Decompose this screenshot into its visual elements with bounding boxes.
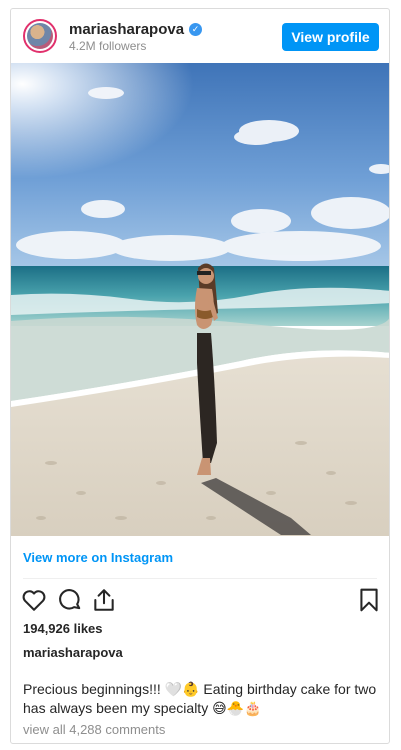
username-row: mariasharapova ✓: [69, 21, 203, 38]
post-caption: Precious beginnings!!! 🤍👶 Eating birthda…: [23, 681, 377, 716]
username[interactable]: mariasharapova: [69, 21, 184, 38]
post-photo[interactable]: [11, 63, 390, 536]
view-more-on-instagram-link[interactable]: View more on Instagram: [23, 550, 173, 565]
share-icon[interactable]: [91, 587, 117, 613]
action-bar: [21, 587, 381, 613]
bookmark-icon[interactable]: [356, 587, 382, 613]
verified-badge-icon: ✓: [189, 23, 203, 36]
view-all-comments-link[interactable]: view all 4,288 comments: [23, 722, 165, 737]
caption-username[interactable]: mariasharapova: [23, 645, 123, 660]
view-profile-button[interactable]: View profile: [282, 23, 379, 51]
post-header: mariasharapova ✓ 4.2M followers View pro…: [11, 9, 389, 63]
avatar-image: [27, 23, 53, 49]
followers-count: 4.2M followers: [69, 39, 147, 53]
avatar[interactable]: [23, 19, 57, 53]
instagram-embed-card: mariasharapova ✓ 4.2M followers View pro…: [10, 8, 390, 744]
likes-count[interactable]: 194,926 likes: [23, 621, 103, 636]
heart-icon[interactable]: [21, 587, 47, 613]
divider: [23, 578, 377, 579]
comment-icon[interactable]: [57, 587, 83, 613]
